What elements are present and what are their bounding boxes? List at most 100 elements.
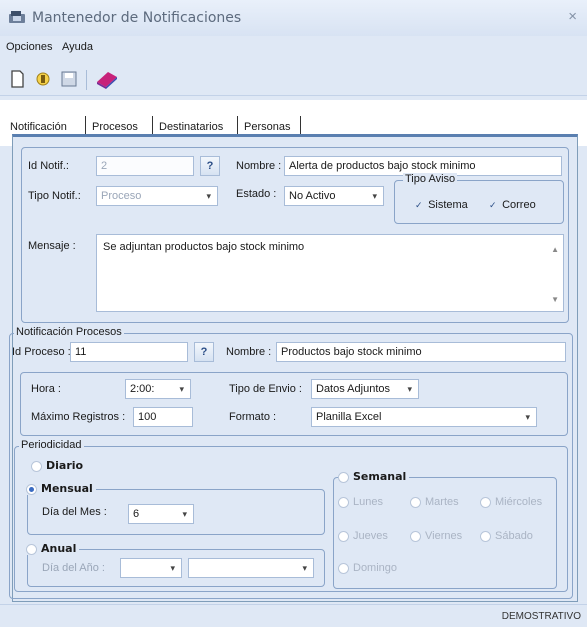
id-proceso-field[interactable]: 11 [70,342,188,362]
estado-label: Estado : [236,188,277,200]
sabado-label: Sábado [495,530,533,542]
radio-dot [410,530,421,542]
domingo-label: Domingo [353,562,398,574]
mensual-radio[interactable]: Mensual [26,482,96,495]
viernes-label: Viernes [425,530,463,542]
diario-radio[interactable]: Diario [31,459,83,472]
id-proceso-lookup-button[interactable]: ? [194,342,214,362]
tipo-notif-select[interactable]: Proceso ▾ [96,186,218,206]
status-bar: DEMOSTRATIVO [0,604,587,627]
semanal-radio[interactable]: Semanal [338,470,410,483]
formato-label: Formato : [229,411,277,423]
tipo-aviso-legend: Tipo Aviso [403,173,458,185]
tipo-aviso-group: Tipo Aviso ✓ Sistema ✓ Correo [394,173,564,224]
martes-radio[interactable]: Martes [410,496,459,508]
tipo-envio-select[interactable]: Datos Adjuntos ▾ [311,379,419,399]
radio-dot [480,530,491,542]
dia-anio-select[interactable]: ▾ [120,558,182,578]
menu-opciones[interactable]: Opciones [6,41,52,53]
radio-dot [31,460,42,472]
checkmark-icon: ✓ [415,200,423,211]
radio-dot [338,496,349,508]
save-icon[interactable] [58,68,80,90]
martes-label: Martes [425,496,459,508]
window-title: Mantenedor de Notificaciones [32,10,242,26]
mensaje-text: Se adjuntan productos bajo stock minimo [103,241,305,253]
radio-dot [26,483,37,495]
tipo-notif-label: Tipo Notif.: [28,190,81,202]
toolbar-divider [86,70,87,90]
semanal-label: Semanal [353,470,407,483]
scroll-up-icon[interactable]: ▲ [551,245,559,254]
envio-config-panel: Hora : 2:00: ▾ Tipo de Envio : Datos Adj… [20,372,568,436]
estado-value: No Activo [289,190,336,202]
viernes-radio[interactable]: Viernes [410,530,462,542]
formato-select[interactable]: Planilla Excel ▾ [311,407,537,427]
radio-dot [338,471,349,483]
chevron-down-icon: ▾ [372,191,377,201]
hora-value: 2:00: [130,383,155,395]
estado-select[interactable]: No Activo ▾ [284,186,384,206]
jueves-radio[interactable]: Jueves [338,530,388,542]
toolbar [0,62,587,96]
status-text: DEMOSTRATIVO [501,611,581,622]
domingo-radio[interactable]: Domingo [338,562,397,574]
periodicidad-panel: Periodicidad Diario Mensual Día del Mes … [14,439,568,592]
radio-dot [410,496,421,508]
mensual-group: Mensual Día del Mes : 6 ▾ [26,482,325,535]
radio-dot [338,530,349,542]
procesos-legend: Notificación Procesos [14,326,124,338]
dia-anio-label: Día del Año : [42,562,105,574]
dia-mes-select[interactable]: 6 ▾ [128,504,194,524]
proceso-nombre-field[interactable]: Productos bajo stock minimo [276,342,566,362]
anual-radio[interactable]: Anual [26,542,80,555]
correo-checkbox[interactable]: ✓ Correo [489,199,536,215]
anual-label: Anual [41,542,77,555]
sabado-radio[interactable]: Sábado [480,530,533,542]
scroll-down-icon[interactable]: ▼ [551,295,559,304]
hora-select[interactable]: 2:00: ▾ [125,379,191,399]
chevron-down-icon: ▾ [179,384,184,394]
lunes-radio[interactable]: Lunes [338,496,383,508]
miercoles-label: Miércoles [495,496,543,508]
id-notif-lookup-button[interactable]: ? [200,156,220,176]
help-book-icon[interactable] [94,68,120,90]
dia-mes-value: 6 [133,508,140,520]
maximo-registros-label: Máximo Registros : [31,411,126,423]
id-proceso-label: Id Proceso : [12,346,71,358]
notificacion-panel: Id Notif.: 2 ? Nombre : Alerta de produc… [21,147,569,323]
tab-content: Id Notif.: 2 ? Nombre : Alerta de produc… [9,134,578,602]
menu-ayuda[interactable]: Ayuda [62,41,93,53]
id-notif-label: Id Notif.: [28,160,69,172]
sistema-checkbox[interactable]: ✓ Sistema [415,199,468,215]
jueves-label: Jueves [353,530,388,542]
tipo-notif-value: Proceso [101,190,142,202]
chevron-down-icon: ▾ [302,563,307,573]
formato-value: Planilla Excel [316,411,382,423]
close-icon[interactable]: × [568,8,577,25]
new-icon[interactable] [6,68,28,90]
mes-anio-select[interactable]: ▾ [188,558,314,578]
semanal-group: Semanal Lunes Martes Miércoles Jueves Vi… [333,470,557,589]
main-window: Mantenedor de Notificaciones × Opciones … [0,0,587,627]
lunes-label: Lunes [353,496,383,508]
periodicidad-legend: Periodicidad [19,439,84,451]
menu-bar: Opciones Ayuda [0,36,587,60]
correo-label: Correo [502,199,536,211]
procesos-panel: Notificación Procesos Id Proceso : 11 ? … [9,326,573,599]
app-icon [9,11,25,23]
radio-dot [480,496,491,508]
diario-label: Diario [46,459,84,472]
edit-icon[interactable] [32,68,54,90]
mensaje-label: Mensaje : [28,240,76,252]
radio-dot [26,543,37,555]
miercoles-radio[interactable]: Miércoles [480,496,542,508]
title-bar: Mantenedor de Notificaciones × [0,0,587,36]
maximo-registros-field[interactable]: 100 [133,407,193,427]
id-notif-field[interactable]: 2 [96,156,194,176]
mensaje-textarea[interactable]: Se adjuntan productos bajo stock minimo … [96,234,564,312]
proceso-nombre-label: Nombre : [226,346,272,358]
tipo-envio-label: Tipo de Envio : [229,383,302,395]
dia-mes-label: Día del Mes : [42,506,107,518]
tipo-envio-value: Datos Adjuntos [316,383,390,395]
